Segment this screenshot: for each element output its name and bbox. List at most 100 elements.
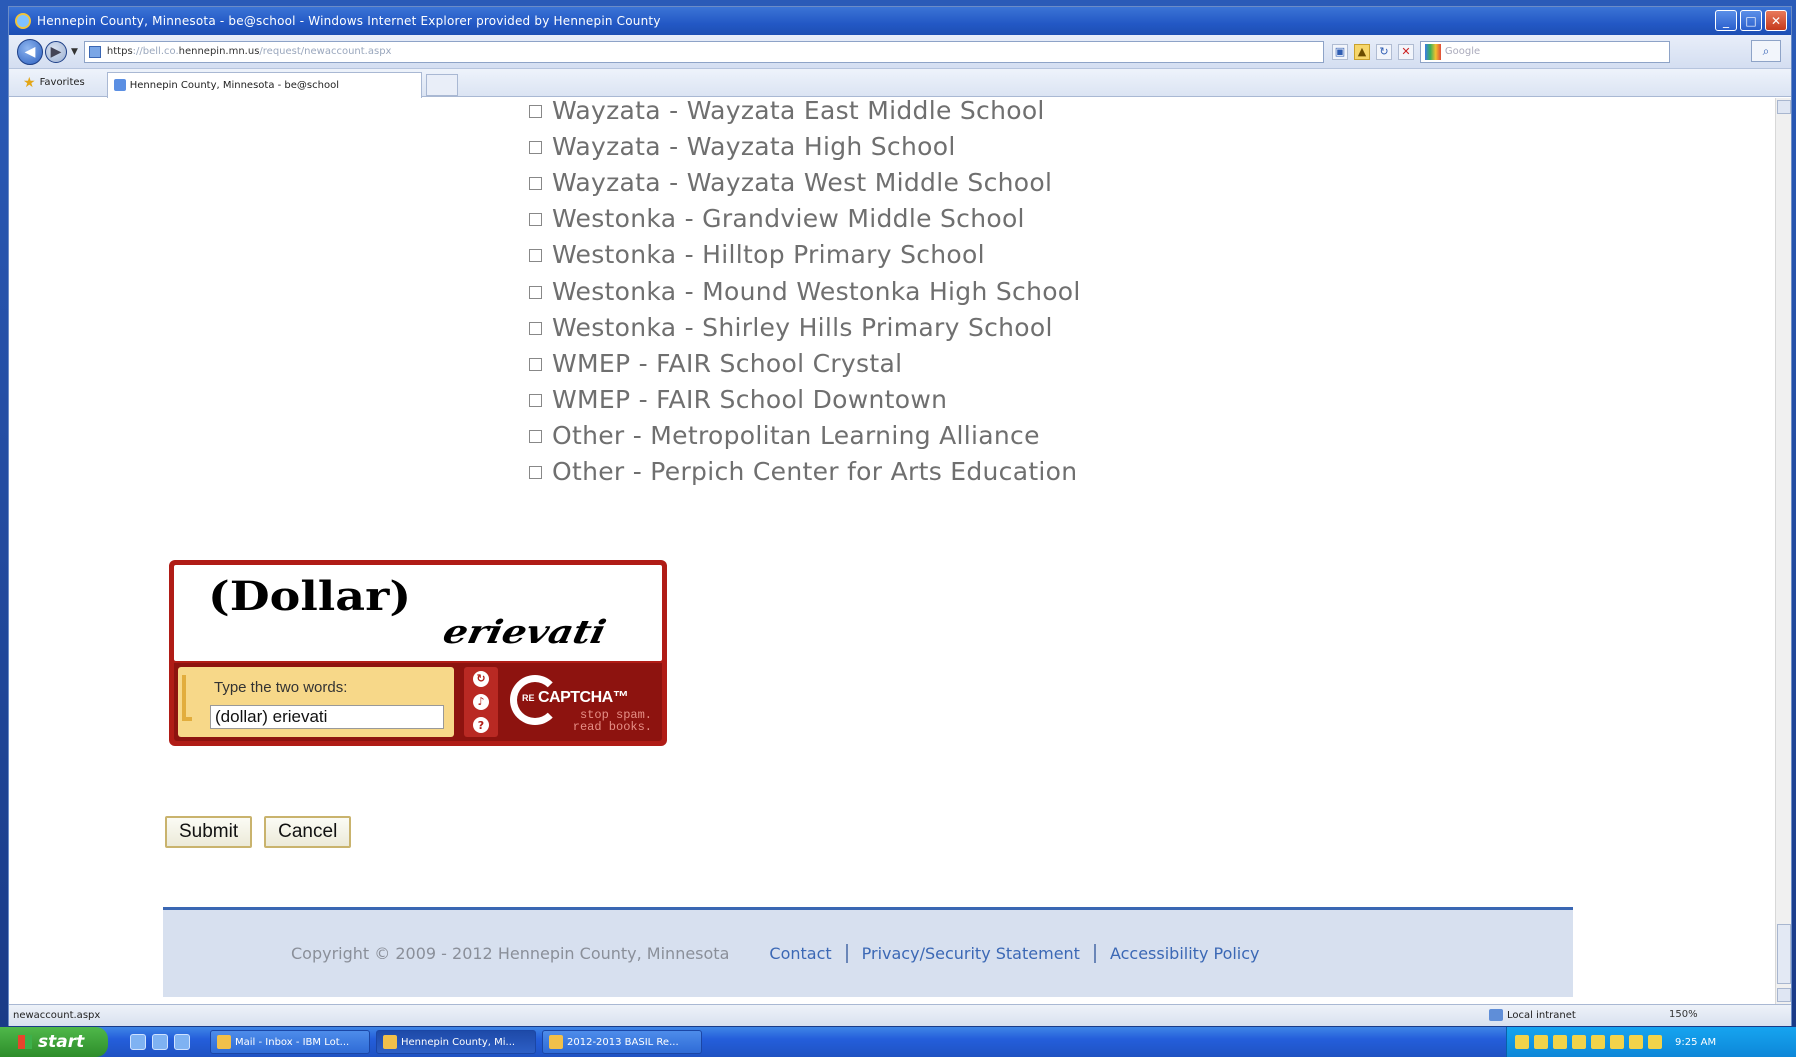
new-tab-button[interactable] xyxy=(425,73,458,96)
submit-button[interactable]: Submit xyxy=(165,816,253,848)
school-checkbox[interactable] xyxy=(529,357,542,371)
tab-page-icon xyxy=(113,79,126,91)
powerpoint-icon xyxy=(549,1035,563,1049)
recaptcha-logo: RE CAPTCHA™ stop spam. read books. xyxy=(506,669,658,735)
ie-logo-icon xyxy=(15,13,31,29)
audio-icon[interactable]: ♪ xyxy=(473,693,489,710)
minimize-icon[interactable]: _ xyxy=(1715,10,1737,31)
school-label: Westonka - Hilltop Primary School xyxy=(552,240,985,270)
start-button[interactable]: start xyxy=(0,1027,108,1057)
zoom-level[interactable]: 150% xyxy=(1669,1009,1698,1020)
favorites-button[interactable]: Favorites xyxy=(40,77,85,88)
search-input[interactable]: Google xyxy=(1419,40,1670,63)
tray-icon[interactable] xyxy=(1534,1035,1548,1049)
scroll-down-icon[interactable] xyxy=(1777,988,1791,1002)
start-label: start xyxy=(38,1032,85,1052)
clock: 9:25 AM xyxy=(1675,1036,1717,1048)
captcha-response-input[interactable]: (dollar) erievati xyxy=(210,705,444,729)
tagline-line-2: read books. xyxy=(572,720,652,734)
form-buttons: Submit Cancel xyxy=(165,816,352,848)
maximize-icon[interactable]: □ xyxy=(1740,10,1762,31)
status-text: newaccount.aspx xyxy=(13,1010,101,1021)
help-icon[interactable]: ? xyxy=(473,717,489,734)
school-checkbox[interactable] xyxy=(529,140,542,154)
taskbar-item-powerpoint[interactable]: 2012-2013 BASIL Re... xyxy=(542,1030,702,1054)
cancel-button[interactable]: Cancel xyxy=(264,816,352,848)
footer-link-accessibility[interactable]: Accessibility Policy xyxy=(1096,944,1274,963)
captcha-input-panel: Type the two words: (dollar) erievati xyxy=(178,667,454,737)
close-icon[interactable]: ✕ xyxy=(1765,10,1787,31)
copyright-text: Copyright © 2009 - 2012 Hennepin County,… xyxy=(291,944,730,963)
browser-tab[interactable]: Hennepin County, Minnesota - be@school xyxy=(106,71,422,98)
school-label: Wayzata - Wayzata High School xyxy=(552,131,956,161)
forward-icon[interactable]: ▶ xyxy=(45,40,67,63)
school-checkbox[interactable] xyxy=(529,104,542,118)
taskbar-item-mail[interactable]: Mail - Inbox - IBM Lot... xyxy=(210,1030,370,1054)
intranet-icon xyxy=(1489,1009,1503,1021)
url-path: /request/newaccount.aspx xyxy=(259,46,392,57)
tray-icon[interactable] xyxy=(1629,1035,1643,1049)
search-placeholder: Google xyxy=(1444,46,1481,57)
school-label: WMEP - FAIR School Downtown xyxy=(552,385,948,415)
ie-icon xyxy=(383,1035,397,1049)
quick-launch-icon[interactable] xyxy=(130,1034,146,1050)
tray-icon[interactable] xyxy=(1591,1035,1605,1049)
page-footer: Copyright © 2009 - 2012 Hennepin County,… xyxy=(163,907,1573,997)
school-checkbox[interactable] xyxy=(529,394,542,408)
school-checkbox[interactable] xyxy=(529,285,542,299)
back-icon[interactable]: ◀ xyxy=(17,38,43,65)
tray-icon[interactable] xyxy=(1515,1035,1529,1049)
school-checkbox[interactable] xyxy=(529,430,542,444)
page-content: Wayzata - Wayzata East Middle School Wayz… xyxy=(9,98,1777,1004)
task-label: Hennepin County, Mi... xyxy=(401,1036,516,1048)
captcha-word-1: (Dollar) xyxy=(208,573,412,620)
school-checkbox[interactable] xyxy=(529,321,542,335)
reload-icon[interactable]: ↻ xyxy=(473,670,489,687)
system-tray: 9:25 AM xyxy=(1506,1027,1796,1057)
address-icons: ▣ ▲ ↻ ✕ xyxy=(1331,43,1414,60)
school-list-item: Westonka - Mound Westonka High School xyxy=(529,273,1081,309)
status-bar: newaccount.aspx Local intranet 150% xyxy=(9,1004,1791,1026)
brand-re: RE xyxy=(522,693,535,703)
footer-link-privacy[interactable]: Privacy/Security Statement xyxy=(848,944,1096,963)
tray-icon[interactable] xyxy=(1553,1035,1567,1049)
quick-launch-icon[interactable] xyxy=(152,1034,168,1050)
zone-label: Local intranet xyxy=(1507,1009,1576,1021)
search-icon[interactable]: ⌕ xyxy=(1751,40,1781,62)
taskbar-item-browser[interactable]: Hennepin County, Mi... xyxy=(376,1030,536,1054)
scroll-up-icon[interactable] xyxy=(1777,100,1791,114)
refresh-icon[interactable]: ↻ xyxy=(1375,43,1392,60)
compatibility-icon[interactable]: ▣ xyxy=(1331,43,1348,60)
school-checkbox[interactable] xyxy=(529,176,542,190)
mail-icon xyxy=(217,1035,231,1049)
tray-icon[interactable] xyxy=(1648,1035,1662,1049)
school-label: Wayzata - Wayzata West Middle School xyxy=(552,167,1053,197)
favorites-star-icon[interactable]: ★ xyxy=(23,75,36,91)
security-zone[interactable]: Local intranet xyxy=(1489,1009,1576,1021)
window-title: Hennepin County, Minnesota - be@school -… xyxy=(37,14,661,28)
school-checkbox[interactable] xyxy=(529,249,542,263)
window-controls: _ □ ✕ xyxy=(1715,10,1787,31)
school-list-item: Westonka - Shirley Hills Primary School xyxy=(529,309,1081,345)
quick-launch xyxy=(130,1034,190,1050)
windows-taskbar: start Mail - Inbox - IBM Lot... Hennepin… xyxy=(0,1027,1796,1057)
footer-link-contact[interactable]: Contact xyxy=(769,944,848,963)
lock-icon[interactable]: ▲ xyxy=(1353,43,1370,60)
school-list-item: Wayzata - Wayzata East Middle School xyxy=(529,98,1081,128)
favorites-bar: ★ Favorites Hennepin County, Minnesota -… xyxy=(9,69,1791,98)
quick-launch-icon[interactable] xyxy=(174,1034,190,1050)
tray-icon[interactable] xyxy=(1610,1035,1624,1049)
school-list-item: WMEP - FAIR School Crystal xyxy=(529,345,1081,381)
school-checkbox[interactable] xyxy=(529,213,542,227)
task-label: Mail - Inbox - IBM Lot... xyxy=(235,1036,350,1048)
url-domain: hennepin.mn.us xyxy=(178,46,260,57)
school-list-item: Westonka - Grandview Middle School xyxy=(529,201,1081,237)
school-list-item: Other - Perpich Center for Arts Educatio… xyxy=(529,454,1081,490)
vertical-scrollbar[interactable] xyxy=(1775,98,1791,1004)
url-field[interactable]: https ://bell.co. hennepin.mn.us /reques… xyxy=(83,40,1324,63)
stop-icon[interactable]: ✕ xyxy=(1397,43,1414,60)
tray-icon[interactable] xyxy=(1572,1035,1586,1049)
scroll-thumb[interactable] xyxy=(1777,924,1791,984)
history-dropdown-icon[interactable]: ▼ xyxy=(71,47,78,57)
school-checkbox[interactable] xyxy=(529,466,542,480)
